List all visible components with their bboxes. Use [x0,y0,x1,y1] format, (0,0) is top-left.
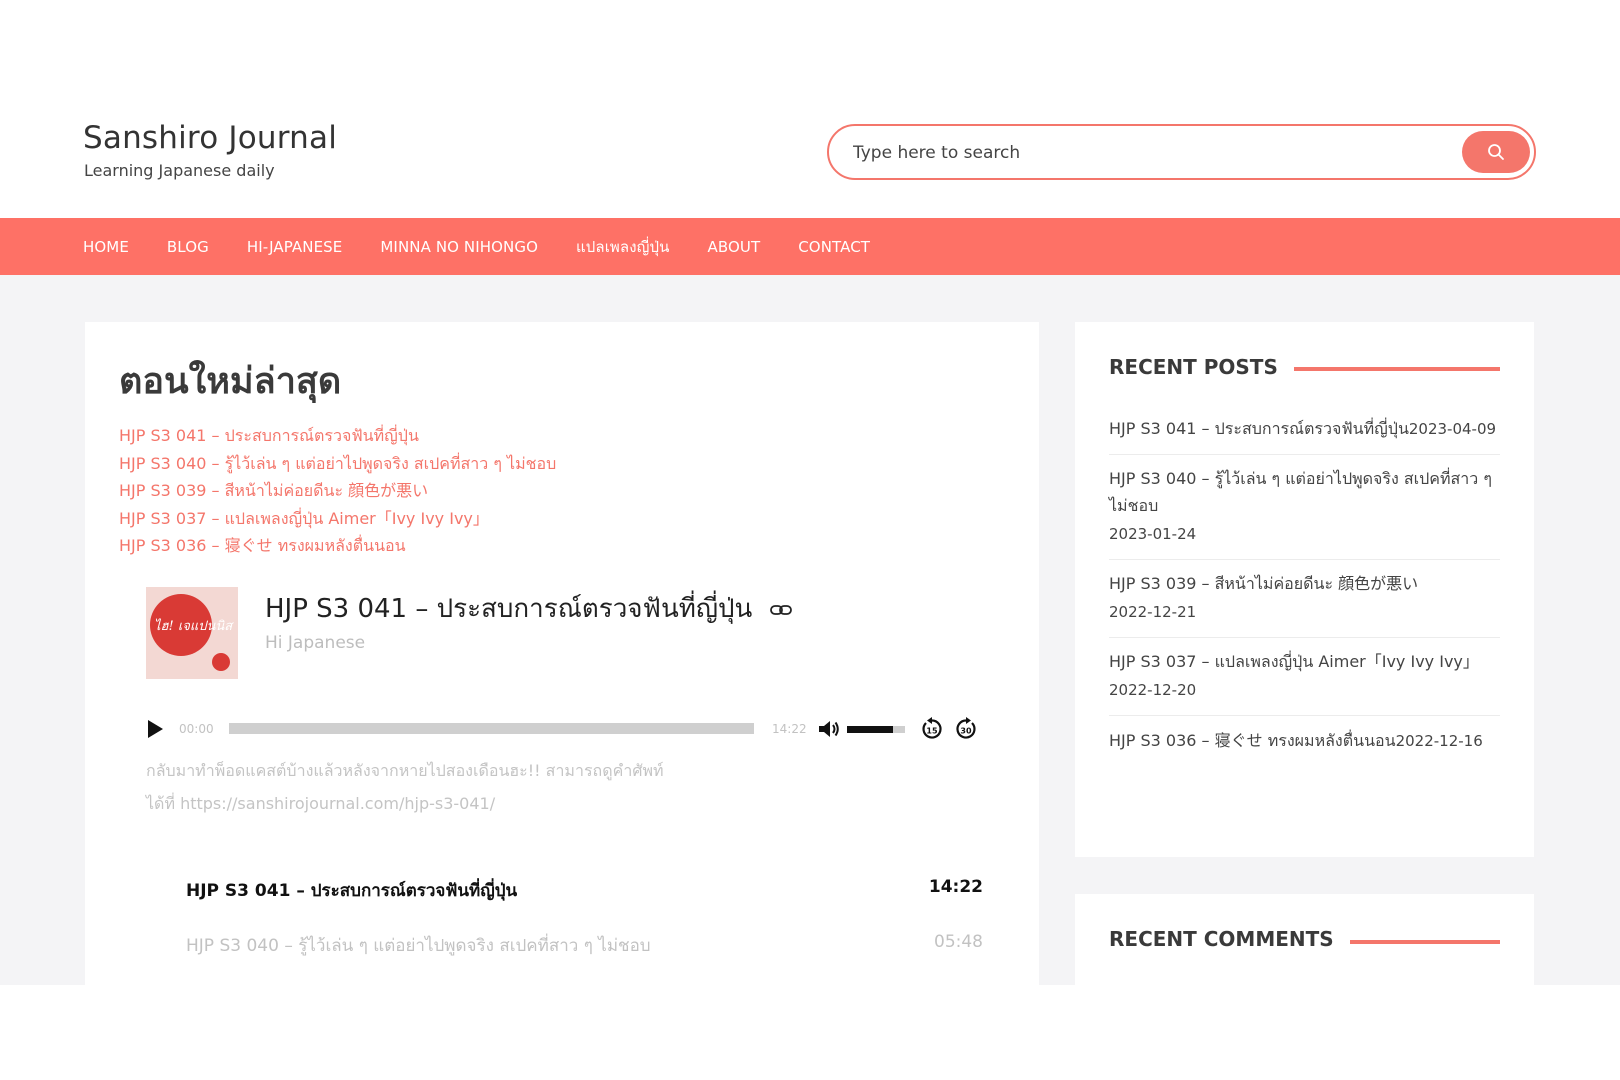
site-title[interactable]: Sanshiro Journal [83,120,337,156]
search-box [827,124,1536,180]
latest-episode-link[interactable]: HJP S3 040 – รู้ไว้เล่น ๆ แต่อย่าไปพูดจร… [119,450,556,478]
latest-episode-link[interactable]: HJP S3 037 – แปลเพลงญี่ปุ่น Aimer「Ivy Iv… [119,505,556,533]
nav-item-blog[interactable]: BLOG [167,238,209,256]
recent-post-item: HJP S3 039 – สีหน้าไม่ค่อยดีนะ 顔色が悪い 202… [1109,560,1500,638]
volume-icon[interactable] [817,717,841,741]
section-title: ตอนใหม่ล่าสุด [119,361,342,402]
recent-post-item: HJP S3 037 – แปลเพลงญี่ปุ่น Aimer「Ivy Iv… [1109,638,1500,716]
recent-posts-heading: RECENT POSTS [1109,355,1294,379]
main-content: ตอนใหม่ล่าสุด HJP S3 041 – ประสบการณ์ตรว… [85,322,1039,985]
recent-post-link[interactable]: HJP S3 037 – แปลเพลงญี่ปุ่น Aimer「Ivy Iv… [1109,648,1500,675]
page: Sanshiro Journal Learning Japanese daily… [0,0,1620,1080]
volume-fill [847,726,894,733]
playlist-item[interactable]: HJP S3 040 – รู้ไว้เล่น ๆ แต่อย่าไปพูดจร… [186,932,983,987]
artwork-badge [212,653,230,671]
playlist-item-title: HJP S3 040 – รู้ไว้เล่น ๆ แต่อย่าไปพูดจร… [186,936,651,956]
recent-post-date: 2023-01-24 [1109,525,1197,543]
artwork-logo-text: ไฮ! เจแปนนิส [154,619,233,634]
recent-post-link[interactable]: HJP S3 040 – รู้ไว้เล่น ๆ แต่อย่าไปพูดจร… [1109,465,1500,519]
episode-description: กลับมาทำพ็อดแคสต์บ้างแล้วหลังจากหายไปสอง… [146,754,786,820]
nav-list: HOME BLOG HI-JAPANESE MINNA NO NIHONGO แ… [83,218,908,275]
search-button[interactable] [1462,131,1530,173]
nav-item-contact[interactable]: CONTACT [798,238,870,256]
recent-post-link[interactable]: HJP S3 036 – 寝ぐせ ทรงผมหลังตื่นนอน [1109,731,1396,750]
link-icon[interactable] [769,602,793,618]
episode-artwork: ไฮ! เจแปนนิส [146,587,238,679]
recent-post-date: 2022-12-20 [1109,681,1197,699]
playlist-item[interactable]: HJP S3 041 – ประสบการณ์ตรวจฟันที่ญี่ปุ่น… [186,877,983,932]
skip-back-15-icon[interactable]: 15 [919,716,945,742]
recent-comments-heading: RECENT COMMENTS [1109,927,1350,951]
episode-title-text: HJP S3 041 – ประสบการณ์ตรวจฟันที่ญี่ปุ่น [265,594,753,624]
search-icon [1488,144,1504,160]
skip-forward-label: 30 [960,727,972,736]
latest-episode-link[interactable]: HJP S3 036 – 寝ぐせ ทรงผมหลังตื่นนอน [119,532,556,560]
latest-episode-link[interactable]: HJP S3 039 – สีหน้าไม่ค่อยดีนะ 顔色が悪い [119,477,556,505]
site-tagline: Learning Japanese daily [84,161,275,180]
recent-post-link[interactable]: HJP S3 039 – สีหน้าไม่ค่อยดีนะ 顔色が悪い [1109,570,1500,597]
main-nav: HOME BLOG HI-JAPANESE MINNA NO NIHONGO แ… [0,218,1620,275]
recent-post-date: 2022-12-16 [1395,732,1483,750]
nav-item-about[interactable]: ABOUT [707,238,760,256]
search-input[interactable] [853,138,1453,168]
playlist-item-duration: 14:22 [928,877,983,897]
playlist-item-title: HJP S3 041 – ประสบการณ์ตรวจฟันที่ญี่ปุ่น [186,881,518,901]
play-icon[interactable] [145,718,165,740]
nav-item-song-translation[interactable]: แปลเพลงญี่ปุ่น [576,235,669,259]
recent-posts-widget: RECENT POSTS HJP S3 041 – ประสบการณ์ตรวจ… [1075,322,1534,857]
playlist-item-duration: 05:48 [934,932,983,952]
nav-item-home[interactable]: HOME [83,238,129,256]
recent-post-date: 2023-04-09 [1408,420,1497,438]
duration-time: 14:22 [772,722,807,736]
recent-comments-widget: RECENT COMMENTS [1075,894,1534,985]
episode-playlist: HJP S3 041 – ประสบการณ์ตรวจฟันที่ญี่ปุ่น… [186,877,983,987]
recent-post-item: HJP S3 036 – 寝ぐせ ทรงผมหลังตื่นนอน2022-12… [1109,716,1500,766]
recent-post-item: HJP S3 040 – รู้ไว้เล่น ๆ แต่อย่าไปพูดจร… [1109,455,1500,560]
episode-description-line: ได้ที่ https://sanshirojournal.com/hjp-s… [146,794,496,813]
recent-post-date: 2022-12-21 [1109,603,1197,621]
recent-post-item: HJP S3 041 – ประสบการณ์ตรวจฟันที่ญี่ปุ่น… [1109,404,1500,455]
skip-back-label: 15 [926,727,938,736]
episode-title[interactable]: HJP S3 041 – ประสบการณ์ตรวจฟันที่ญี่ปุ่น [265,588,793,629]
latest-episode-link[interactable]: HJP S3 041 – ประสบการณ์ตรวจฟันที่ญี่ปุ่น [119,422,556,450]
recent-post-link[interactable]: HJP S3 041 – ประสบการณ์ตรวจฟันที่ญี่ปุ่น [1109,419,1409,438]
episode-description-line: กลับมาทำพ็อดแคสต์บ้างแล้วหลังจากหายไปสอง… [146,761,664,780]
latest-episodes-list: HJP S3 041 – ประสบการณ์ตรวจฟันที่ญี่ปุ่น… [119,422,556,560]
recent-posts-list: HJP S3 041 – ประสบการณ์ตรวจฟันที่ญี่ปุ่น… [1109,404,1500,766]
nav-item-hi-japanese[interactable]: HI-JAPANESE [247,238,343,256]
volume-slider[interactable] [847,726,905,733]
nav-item-minna-no-nihongo[interactable]: MINNA NO NIHONGO [380,238,538,256]
skip-forward-30-icon[interactable]: 30 [953,716,979,742]
current-time: 00:00 [179,722,214,736]
podcast-show-name[interactable]: Hi Japanese [265,633,365,653]
progress-bar[interactable] [229,723,754,734]
